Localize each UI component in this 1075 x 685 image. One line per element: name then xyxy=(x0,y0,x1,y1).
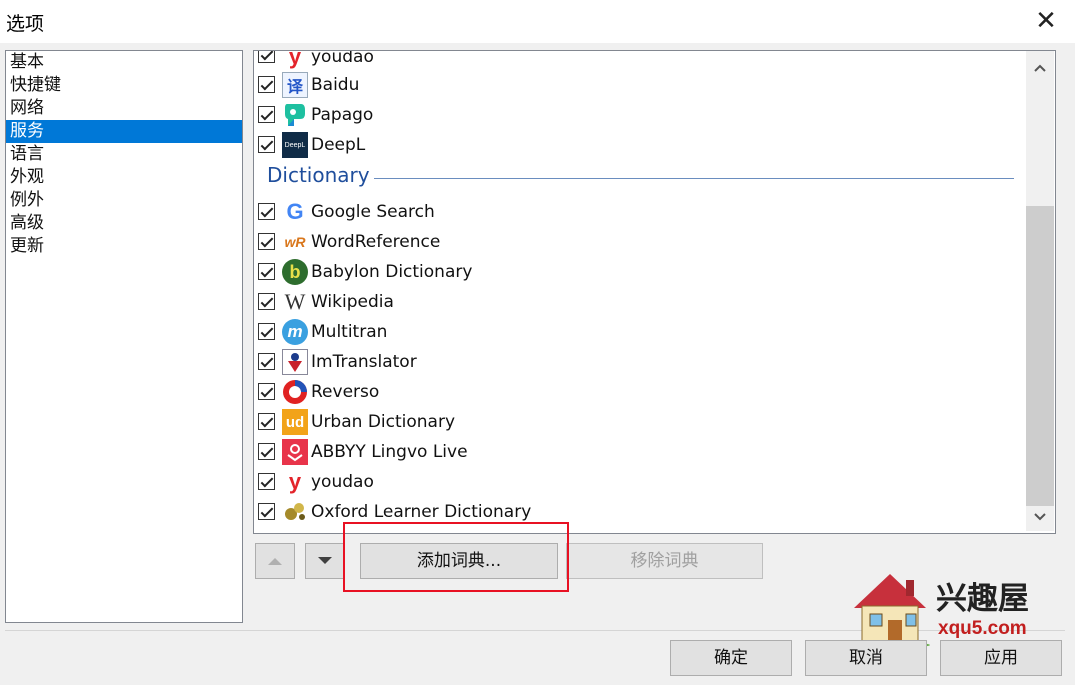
dictionary-label: Urban Dictionary xyxy=(311,412,456,432)
vertical-scrollbar[interactable] xyxy=(1026,51,1054,531)
babylon-icon: b xyxy=(282,259,308,285)
reverso-icon xyxy=(282,379,308,405)
list-item[interactable]: Papago xyxy=(254,100,1026,130)
triangle-up-icon xyxy=(268,558,282,565)
checkbox[interactable] xyxy=(258,443,275,460)
checkbox[interactable] xyxy=(258,263,275,280)
apply-button[interactable]: 应用 xyxy=(940,640,1062,676)
baidu-icon: 译 xyxy=(282,72,308,98)
checkbox[interactable] xyxy=(258,136,275,153)
service-label: youdao xyxy=(311,50,374,67)
wordreference-icon: wR xyxy=(284,234,306,250)
nav-item-advanced[interactable]: 高级 xyxy=(6,212,242,235)
dictionary-label: Wikipedia xyxy=(311,292,394,312)
checkbox[interactable] xyxy=(258,203,275,220)
checkbox[interactable] xyxy=(258,51,275,63)
nav-item-services[interactable]: 服务 xyxy=(6,120,242,143)
imtranslator-icon xyxy=(282,349,308,375)
wikipedia-icon: W xyxy=(284,289,306,314)
title-bar: 选项 ✕ xyxy=(0,0,1075,43)
service-label: Baidu xyxy=(311,75,360,95)
house-logo-icon xyxy=(850,574,930,648)
dictionary-label: Reverso xyxy=(311,382,380,402)
ok-button[interactable]: 确定 xyxy=(670,640,792,676)
nav-item-network[interactable]: 网络 xyxy=(6,97,242,120)
checkbox[interactable] xyxy=(258,106,275,123)
section-title: Dictionary xyxy=(267,163,374,187)
dictionary-label: Google Search xyxy=(311,202,435,222)
checkbox[interactable] xyxy=(258,473,275,490)
dictionary-label: youdao xyxy=(311,472,374,492)
section-divider xyxy=(374,178,1014,179)
papago-icon xyxy=(282,102,308,128)
chevron-down-icon[interactable] xyxy=(1031,510,1049,528)
youdao-icon: y xyxy=(288,50,302,69)
triangle-down-icon xyxy=(318,557,332,564)
cancel-button[interactable]: 取消 xyxy=(805,640,927,676)
list-item[interactable]: DeepL DeepL xyxy=(254,130,1026,160)
chevron-up-icon[interactable] xyxy=(1031,61,1049,79)
checkbox[interactable] xyxy=(258,503,275,520)
nav-item-language[interactable]: 语言 xyxy=(6,143,242,166)
service-label: DeepL xyxy=(311,135,366,155)
checkbox[interactable] xyxy=(258,233,275,250)
dictionary-section-header: Dictionary xyxy=(254,160,1026,197)
abbyy-icon xyxy=(282,439,308,465)
deepl-icon: DeepL xyxy=(282,132,308,158)
nav-item-appearance[interactable]: 外观 xyxy=(6,166,242,189)
list-item[interactable]: ud Urban Dictionary xyxy=(254,407,1026,437)
dictionary-label: Multitran xyxy=(311,322,388,342)
list-item[interactable]: b Babylon Dictionary xyxy=(254,257,1026,287)
google-icon: G xyxy=(286,199,304,224)
checkbox[interactable] xyxy=(258,353,275,370)
checkbox[interactable] xyxy=(258,413,275,430)
list-item[interactable]: ImTranslator xyxy=(254,347,1026,377)
dictionary-label: ABBYY Lingvo Live xyxy=(311,442,468,462)
checkbox[interactable] xyxy=(258,323,275,340)
list-item[interactable]: Reverso xyxy=(254,377,1026,407)
list-item[interactable]: m Multitran xyxy=(254,317,1026,347)
nav-item-basic[interactable]: 基本 xyxy=(6,51,242,74)
list-item[interactable]: y youdao xyxy=(254,50,1026,70)
highlight-box xyxy=(343,522,569,592)
watermark-name: 兴趣屋 xyxy=(936,581,1029,617)
dictionary-label: Babylon Dictionary xyxy=(311,262,473,282)
close-icon[interactable]: ✕ xyxy=(1030,4,1062,38)
scrollbar-thumb[interactable] xyxy=(1026,206,1054,506)
dictionary-label: WordReference xyxy=(311,232,441,252)
checkbox[interactable] xyxy=(258,383,275,400)
youdao-icon: y xyxy=(288,469,302,494)
multitran-icon: m xyxy=(282,319,308,345)
remove-dictionary-button[interactable]: 移除词典 xyxy=(566,543,763,579)
urban-dictionary-icon: ud xyxy=(282,409,308,435)
list-item[interactable]: 译 Baidu xyxy=(254,70,1026,100)
list-item[interactable]: wR WordReference xyxy=(254,227,1026,257)
checkbox[interactable] xyxy=(258,76,275,93)
watermark: 兴趣屋 xqu5.com xyxy=(848,568,1048,648)
services-list[interactable]: y youdao 译 Baidu Papago DeepL DeepL Dict… xyxy=(253,50,1056,534)
list-item[interactable]: y youdao xyxy=(254,467,1026,497)
list-item[interactable]: ABBYY Lingvo Live xyxy=(254,437,1026,467)
move-down-button[interactable] xyxy=(305,543,345,579)
move-up-button[interactable] xyxy=(255,543,295,579)
dictionary-label: ImTranslator xyxy=(311,352,417,372)
list-item[interactable]: G Google Search xyxy=(254,197,1026,227)
options-nav-list[interactable]: 基本 快捷键 网络 服务 语言 外观 例外 高级 更新 xyxy=(5,50,243,623)
checkbox[interactable] xyxy=(258,293,275,310)
nav-item-shortcuts[interactable]: 快捷键 xyxy=(6,74,242,97)
window-title: 选项 xyxy=(6,13,45,35)
nav-item-update[interactable]: 更新 xyxy=(6,235,242,258)
list-item[interactable]: W Wikipedia xyxy=(254,287,1026,317)
service-label: Papago xyxy=(311,105,374,125)
watermark-url: xqu5.com xyxy=(938,618,1027,639)
nav-item-exceptions[interactable]: 例外 xyxy=(6,189,242,212)
oxford-icon xyxy=(282,499,308,525)
